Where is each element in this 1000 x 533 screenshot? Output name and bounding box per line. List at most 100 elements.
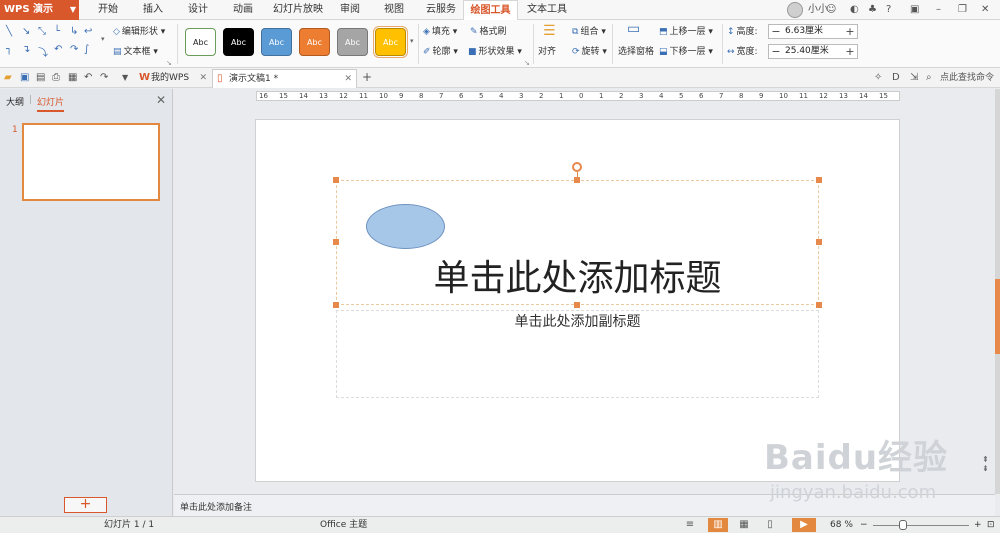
gallery-scroll-icon[interactable]: ▾: [101, 32, 105, 46]
connector-arrow-icon[interactable]: ↴: [22, 44, 30, 55]
tab-text-tools[interactable]: 文本工具: [520, 0, 574, 20]
scrollbar-thumb[interactable]: [995, 279, 1000, 354]
chevron-down-icon[interactable]: ▼: [122, 71, 128, 85]
shape-style-blue[interactable]: Abc: [261, 28, 292, 56]
resize-handle[interactable]: [816, 177, 822, 183]
tab-view[interactable]: 视图: [376, 0, 412, 20]
restore-icon[interactable]: ▣: [910, 3, 919, 17]
resize-handle[interactable]: [333, 177, 339, 183]
shape-style-white[interactable]: Abc: [185, 28, 216, 56]
add-slide-button[interactable]: +: [64, 497, 107, 513]
width-value[interactable]: 25.40厘米: [785, 45, 829, 58]
notes-toggle-icon[interactable]: ≡: [680, 518, 700, 532]
tab-slideshow[interactable]: 幻灯片放映: [268, 0, 328, 20]
close-icon[interactable]: ✕: [199, 69, 207, 87]
slide-canvas[interactable]: 单击此处添加标题 单击此处添加副标题: [255, 119, 900, 482]
tab-drawing-tools[interactable]: 绘图工具: [463, 0, 518, 21]
fit-window-icon[interactable]: ⊡: [987, 519, 995, 531]
zoom-in-icon[interactable]: +: [974, 519, 982, 531]
help-icon[interactable]: ?: [886, 3, 891, 17]
shield-icon[interactable]: ◐: [850, 3, 859, 17]
selection-pane-button[interactable]: 选择窗格: [618, 45, 654, 59]
close-icon[interactable]: ✕: [156, 93, 166, 107]
bookmark-icon[interactable]: ✧: [874, 71, 882, 85]
vertical-scrollbar[interactable]: [995, 89, 1000, 494]
tab-insert[interactable]: 插入: [134, 0, 172, 20]
tab-design[interactable]: 设计: [178, 0, 218, 20]
height-value[interactable]: 6.63厘米: [785, 25, 823, 38]
connector-icon[interactable]: ┐: [6, 44, 12, 55]
bring-forward-button[interactable]: ⬒ 上移一层 ▾: [659, 25, 713, 39]
line-icon[interactable]: ╲: [6, 26, 12, 37]
find-command-input[interactable]: 点此查找命令: [940, 71, 994, 85]
print-preview-icon[interactable]: ▦: [68, 71, 77, 85]
shape-effect-button[interactable]: ■ 形状效果 ▾: [468, 45, 522, 59]
resize-handle[interactable]: [816, 239, 822, 245]
width-field[interactable]: − 25.40厘米 +: [768, 44, 858, 59]
horizontal-ruler[interactable]: 16 15 14 13 12 11 10 9 8 7 6 5 4 3 2 1 0 1 2 3 4 5 6 7 8 9 10 11 12 1…: [256, 91, 900, 101]
plus-icon[interactable]: +: [843, 25, 857, 38]
text-box-button[interactable]: ▤ 文本框 ▾: [113, 45, 158, 59]
align-button[interactable]: 对齐: [538, 45, 556, 59]
minus-icon[interactable]: −: [769, 45, 783, 58]
outline-button[interactable]: ✐ 轮廓 ▾: [423, 45, 458, 59]
curve-arrow-icon[interactable]: ↷: [70, 44, 78, 55]
user-name[interactable]: 小小: [808, 3, 828, 17]
tab-my-wps[interactable]: W 我的WPS ✕: [135, 69, 211, 88]
tab-review[interactable]: 审阅: [332, 0, 368, 20]
edit-shape-button[interactable]: ◇ 编辑形状 ▾: [113, 25, 165, 39]
slide-title[interactable]: 单击此处添加标题: [336, 254, 819, 304]
slide-thumbnail[interactable]: [22, 123, 160, 201]
freeform-icon[interactable]: ∫: [84, 44, 89, 55]
shape-gallery[interactable]: ╲ ↘ ⤡ └ ↳ ↩ ┐ ↴ ⤵ ↶ ↷ ∫: [6, 24, 98, 64]
arrow-line-icon[interactable]: ↘: [22, 26, 30, 37]
double-arrow-icon[interactable]: ⤡: [38, 26, 46, 37]
resize-handle[interactable]: [333, 239, 339, 245]
height-field[interactable]: − 6.63厘米 +: [768, 24, 858, 39]
shape-style-gold[interactable]: Abc: [373, 26, 408, 58]
redo-icon[interactable]: ↷: [100, 71, 108, 85]
minimize-icon[interactable]: –: [936, 3, 941, 17]
connector-double-icon[interactable]: ⤵: [38, 44, 48, 59]
tab-home[interactable]: 开始: [88, 0, 128, 20]
style-gallery-more-icon[interactable]: ▾: [410, 34, 414, 48]
shape-style-gray[interactable]: Abc: [337, 28, 368, 56]
undo-icon[interactable]: ↶: [84, 71, 92, 85]
zoom-level[interactable]: 68 %: [830, 519, 853, 531]
tab-outline[interactable]: 大纲: [6, 95, 24, 108]
shape-style-black[interactable]: Abc: [223, 28, 254, 56]
open-folder-icon[interactable]: ▰: [4, 71, 12, 85]
resize-handle[interactable]: [574, 177, 580, 183]
tab-slides[interactable]: 幻灯片: [37, 95, 65, 112]
new-tab-icon[interactable]: +: [362, 70, 372, 84]
rotation-handle-icon[interactable]: [572, 162, 582, 172]
save-icon[interactable]: ▣: [20, 71, 29, 85]
format-brush-button[interactable]: ✎ 格式刷: [470, 25, 507, 39]
search-icon[interactable]: ⌕: [926, 71, 932, 85]
shirt-icon[interactable]: ♣: [868, 3, 877, 17]
previous-slide-icon[interactable]: ⇞: [982, 455, 989, 464]
close-icon[interactable]: ✕: [981, 3, 989, 17]
fill-button[interactable]: ◈ 填充 ▾: [423, 25, 457, 39]
new-doc-icon[interactable]: ▤: [36, 71, 45, 85]
doc-info-icon[interactable]: D: [892, 71, 900, 85]
curve-icon[interactable]: ↩: [84, 26, 92, 37]
zoom-slider-handle[interactable]: [899, 520, 907, 530]
maximize-icon[interactable]: ❐: [958, 3, 967, 17]
curve-connector-icon[interactable]: ↶: [54, 44, 62, 55]
export-icon[interactable]: ⇲: [910, 71, 918, 85]
elbow-arrow-icon[interactable]: ↳: [70, 26, 78, 37]
send-backward-button[interactable]: ⬓ 下移一层 ▾: [659, 45, 713, 59]
slide-sorter-icon[interactable]: ▦: [734, 518, 754, 532]
skin-icon[interactable]: ☺: [826, 3, 836, 17]
tab-animation[interactable]: 动画: [223, 0, 263, 20]
app-menu-button[interactable]: WPS 演示 ▼: [0, 0, 79, 20]
tab-cloud[interactable]: 云服务: [419, 0, 463, 20]
notes-placeholder[interactable]: 单击此处添加备注: [180, 500, 252, 513]
rotate-button[interactable]: ⟳ 旋转 ▾: [572, 45, 607, 59]
shape-style-orange[interactable]: Abc: [299, 28, 330, 56]
elbow-connector-icon[interactable]: └: [54, 26, 60, 37]
plus-icon[interactable]: +: [843, 45, 857, 58]
minus-icon[interactable]: −: [769, 25, 783, 38]
notes-pane[interactable]: 单击此处添加备注: [174, 494, 995, 516]
